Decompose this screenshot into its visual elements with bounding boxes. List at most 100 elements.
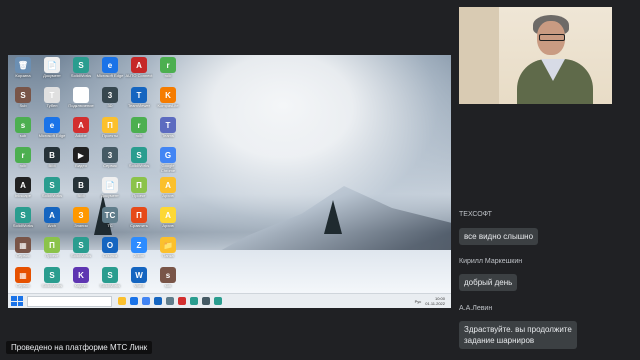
desktop-icon-label: Корзина <box>15 73 31 78</box>
desktop-app-icon: A <box>73 117 89 133</box>
desktop-icon[interactable]: П Проект <box>39 237 65 267</box>
desktop-icon[interactable]: 📄 Документ <box>97 177 123 207</box>
wallpaper-tree <box>324 200 342 234</box>
desktop-icon[interactable]: ▦ Сервис <box>10 237 36 267</box>
desktop-app-icon: 📁 <box>160 237 176 253</box>
desktop-icon-label: Знания <box>74 223 88 228</box>
desktop-icon[interactable]: П Проект <box>126 177 152 207</box>
desktop-icon[interactable]: 🗑 Корзина <box>10 57 36 87</box>
app-icon[interactable] <box>202 297 210 305</box>
tray-lang[interactable]: Рус <box>415 299 422 304</box>
desktop-icon-label: KompasLite <box>157 103 179 108</box>
chat-message: Здраствуйте. вы продолжите задание шарни… <box>459 321 577 349</box>
desktop-icon[interactable]: B BIM <box>68 177 94 207</box>
start-button[interactable] <box>11 296 23 306</box>
desktop-app-icon: A <box>160 177 176 193</box>
desktop-icon[interactable]: П Проекты <box>97 117 123 147</box>
desktop-icon[interactable]: s sub <box>10 117 36 147</box>
desktop-app-icon: s <box>160 267 176 283</box>
desktop-icon-label: Архив <box>162 193 174 198</box>
desktop-icon[interactable]: S SolidWorks <box>39 177 65 207</box>
app-icon[interactable] <box>166 297 174 305</box>
desktop-icon-label: TC <box>107 223 113 228</box>
edge-icon[interactable] <box>130 297 138 305</box>
desktop-app-icon: e <box>44 117 60 133</box>
video-background-wall <box>459 7 499 104</box>
desktop-icon[interactable]: ⊞ Подключение <box>68 87 94 117</box>
desktop-icon[interactable]: 3 Сервис <box>97 147 123 177</box>
chrome-icon[interactable] <box>142 297 150 305</box>
desktop-icon[interactable]: O Ссылка <box>97 237 123 267</box>
desktop-icon[interactable]: 📄 Документ <box>39 57 65 87</box>
desktop-app-icon: r <box>160 57 176 73</box>
desktop-icon[interactable]: T TeamViewer <box>126 87 152 117</box>
desktop-icon-label: Проект <box>132 193 146 198</box>
desktop-app-icon: K <box>160 87 176 103</box>
app-icon[interactable] <box>214 297 222 305</box>
desktop-icon-label: Сервис <box>16 253 30 258</box>
mail-icon[interactable] <box>154 297 162 305</box>
desktop-icon[interactable]: A Adobe <box>68 117 94 147</box>
platform-footer-label: Проведено на платформе МТС Линк <box>6 341 153 354</box>
desktop-app-icon: 🗑 <box>15 57 31 73</box>
desktop-icon[interactable]: 📁 Папка <box>155 237 181 267</box>
desktop-icon[interactable]: S SolidWorks <box>68 57 94 87</box>
desktop-icon[interactable]: r rolb <box>10 147 36 177</box>
desktop-icon[interactable]: П Сравнить <box>126 207 152 237</box>
chat-message: добрый день <box>459 274 518 291</box>
desktop-icon[interactable]: 3 3D <box>97 87 123 117</box>
desktop-icon[interactable]: K KompasLite <box>155 87 181 117</box>
desktop-icon[interactable]: e Microsoft Edge <box>97 57 123 87</box>
desktop-icon-label: rolb <box>19 163 27 168</box>
participant-video <box>459 7 612 104</box>
desktop-icon[interactable]: S SolidWorks <box>68 237 94 267</box>
desktop-icon-label: Документ <box>43 73 61 78</box>
desktop-icon[interactable]: S SolidWorks <box>10 207 36 237</box>
desktop-app-icon: T <box>131 87 147 103</box>
desktop-icon-label: SolidWorks <box>70 73 92 78</box>
app-icon[interactable] <box>190 297 198 305</box>
desktop-icon-label: sub <box>164 283 172 288</box>
desktop-icon-label: Teams <box>162 133 174 138</box>
desktop-icon-label: Microsoft Edge <box>38 133 66 138</box>
chat-author: А.А.Левин <box>459 305 493 312</box>
taskbar-search-input[interactable] <box>27 295 112 307</box>
file-explorer-icon[interactable] <box>118 297 126 305</box>
desktop-icon[interactable]: З Знания <box>68 207 94 237</box>
desktop-app-icon: Z <box>131 237 147 253</box>
desktop-icon[interactable]: T Teams <box>155 117 181 147</box>
desktop-icon[interactable]: r rolb <box>155 57 181 87</box>
desktop-icon[interactable]: Z Zoom <box>126 237 152 267</box>
desktop-icon[interactable]: TC TC <box>97 207 123 237</box>
desktop-icon[interactable]: A Архив <box>155 207 181 237</box>
desktop-icon[interactable]: A Inkscape <box>10 177 36 207</box>
desktop-icon[interactable]: r rolb <box>126 117 152 147</box>
desktop-icon[interactable]: S Sub <box>10 87 36 117</box>
desktop-icon-label: Сравнить <box>130 223 148 228</box>
chat-message: все видно слышно <box>459 228 539 245</box>
desktop-app-icon: A <box>131 57 147 73</box>
desktop-icon[interactable]: ▶ Видео <box>68 147 94 177</box>
desktop-app-icon: S <box>15 87 31 103</box>
desktop-icon-label: Документ <box>101 193 119 198</box>
desktop-app-icon: 3 <box>102 147 118 163</box>
desktop-icon[interactable]: A Архив <box>155 177 181 207</box>
taskbar-clock[interactable]: 10:00 01.11.2022 <box>425 296 445 306</box>
desktop-icon[interactable]: T Тубен <box>39 87 65 117</box>
desktop-icon[interactable]: A AUTO Connect <box>125 57 153 87</box>
desktop-icon-label: Кодекс <box>74 283 88 288</box>
desktop-icon[interactable]: G Google Chrome <box>155 147 181 177</box>
desktop-icon-label: Sub <box>19 103 27 108</box>
desktop-icon-label: rolb <box>135 133 143 138</box>
desktop-icon[interactable]: e Microsoft Edge <box>39 117 65 147</box>
desktop-app-icon: K <box>73 267 89 283</box>
desktop-icon-grid: 🗑 Корзина 📄 Документ S SolidWorks e Microsoft E… <box>10 57 190 297</box>
adobe-icon[interactable] <box>178 297 186 305</box>
desktop-icon[interactable]: A Arch <box>39 207 65 237</box>
desktop-app-icon: П <box>44 237 60 253</box>
desktop-icon[interactable]: S SolidWorks <box>126 147 152 177</box>
desktop-icon-label: Видео <box>75 163 87 168</box>
desktop-icon-label: SolidWorks <box>12 223 34 228</box>
desktop-icon[interactable]: B BIM <box>39 147 65 177</box>
desktop-icon-label: Тубен <box>46 103 58 108</box>
